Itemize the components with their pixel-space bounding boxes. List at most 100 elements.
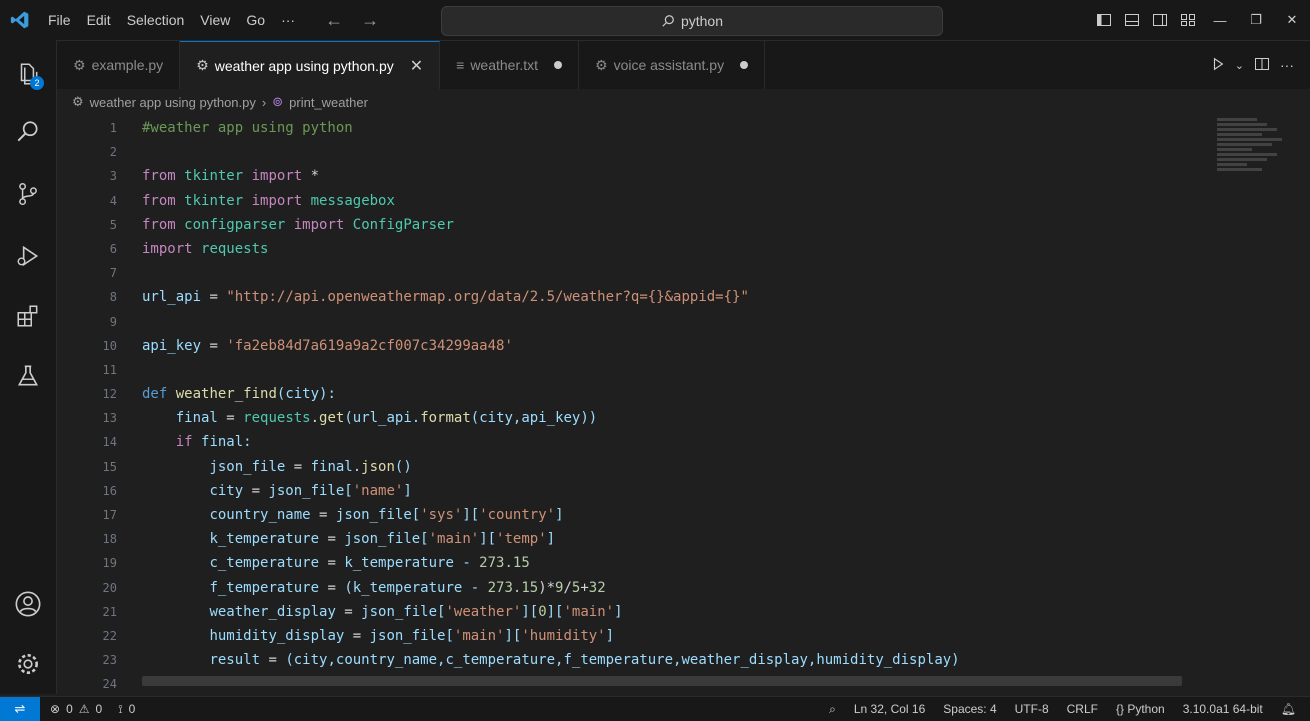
line-number: 4 bbox=[109, 193, 117, 208]
line-number: 3 bbox=[109, 169, 117, 184]
tab-label: weather.txt bbox=[470, 57, 539, 73]
code-line: weather_display = json_file['weather'][0… bbox=[209, 603, 623, 620]
toggle-panel-icon[interactable] bbox=[1118, 0, 1146, 40]
breadcrumb: ⚙ weather app using python.py › ⊚ print_… bbox=[72, 90, 368, 114]
forward-arrow-icon[interactable]: → bbox=[361, 10, 379, 31]
line-number: 11 bbox=[102, 362, 117, 377]
extensions-icon[interactable] bbox=[0, 292, 56, 340]
source-control-icon[interactable] bbox=[0, 170, 56, 218]
menu-go[interactable]: Go bbox=[238, 0, 273, 40]
code-line: from tkinter import * bbox=[142, 168, 320, 185]
run-file-icon[interactable] bbox=[1211, 57, 1225, 74]
run-options-chevron-icon[interactable]: ⌄ bbox=[1235, 59, 1244, 72]
python-interpreter[interactable]: 3.10.0a1 64-bit bbox=[1183, 702, 1263, 716]
explorer-badge: 2 bbox=[30, 76, 44, 90]
code-editor[interactable]: 1 2 3 4 5 6 7 8 9 10 11 12 13 14 15 16 17 18 19 20 21 22 23 24 … bbox=[57, 116, 1310, 691]
remote-indicator-icon[interactable]: ⇌ bbox=[0, 697, 40, 721]
tab-voice-assistant[interactable]: ⚙ voice assistant.py bbox=[579, 41, 766, 89]
error-icon[interactable]: ⊗ bbox=[50, 702, 60, 716]
menu-more[interactable]: ··· bbox=[273, 0, 303, 40]
code-line: def weather_find(city): bbox=[142, 386, 336, 403]
error-count[interactable]: 0 bbox=[66, 702, 73, 716]
status-bar: ⇌ ⊗ 0 ⚠ 0 ⟟ 0 ⌕ Ln 32, Col 16 Spaces: 4 … bbox=[0, 696, 1310, 721]
testing-icon[interactable] bbox=[0, 352, 56, 400]
cursor-position[interactable]: Ln 32, Col 16 bbox=[854, 702, 925, 716]
menu-bar: File Edit Selection View Go ··· bbox=[40, 0, 303, 40]
line-number: 7 bbox=[109, 266, 117, 281]
code-line: from tkinter import messagebox bbox=[142, 192, 395, 209]
line-number: 18 bbox=[102, 532, 117, 547]
run-debug-icon[interactable] bbox=[0, 232, 56, 280]
code-line: final = requests.get(url_api.format(city… bbox=[175, 410, 598, 427]
horizontal-scrollbar[interactable] bbox=[142, 676, 1182, 686]
line-number: 14 bbox=[102, 435, 117, 450]
breadcrumb-file[interactable]: weather app using python.py bbox=[90, 95, 256, 110]
toggle-secondary-sidebar-icon[interactable] bbox=[1146, 0, 1174, 40]
warning-icon[interactable]: ⚠ bbox=[79, 702, 90, 716]
breadcrumb-separator-icon: › bbox=[261, 94, 267, 110]
search-text: python bbox=[680, 13, 724, 29]
menu-edit[interactable]: Edit bbox=[79, 0, 119, 40]
indentation[interactable]: Spaces: 4 bbox=[943, 702, 996, 716]
line-number: 12 bbox=[102, 387, 117, 402]
line-number: 15 bbox=[102, 459, 117, 474]
code-line: result = (city,country_name,c_temperatur… bbox=[209, 652, 960, 669]
settings-gear-icon[interactable] bbox=[0, 640, 56, 688]
line-number: 8 bbox=[109, 290, 117, 305]
ports-count[interactable]: 0 bbox=[129, 702, 136, 716]
back-arrow-icon[interactable]: ← bbox=[325, 10, 343, 31]
line-number: 9 bbox=[109, 314, 117, 329]
close-tab-icon[interactable]: ✕ bbox=[410, 56, 423, 76]
close-window-icon[interactable]: ✕ bbox=[1274, 0, 1310, 40]
encoding[interactable]: UTF-8 bbox=[1015, 702, 1049, 716]
code-line: api_key = 'fa2eb84d7a619a9a2cf007c34299a… bbox=[142, 337, 513, 354]
code-area[interactable]: #weather app using python from tkinter i… bbox=[142, 116, 960, 697]
line-number: 24 bbox=[102, 677, 117, 692]
customize-layout-icon[interactable] bbox=[1174, 0, 1202, 40]
breadcrumb-symbol[interactable]: print_weather bbox=[289, 95, 368, 110]
notifications-bell-icon[interactable]: 🔔︎ bbox=[1281, 702, 1296, 716]
menu-file[interactable]: File bbox=[40, 0, 79, 40]
split-editor-icon[interactable] bbox=[1254, 56, 1270, 75]
line-number: 21 bbox=[102, 604, 117, 619]
code-line: if final: bbox=[175, 434, 252, 451]
menu-view[interactable]: View bbox=[192, 0, 238, 40]
line-number: 16 bbox=[102, 483, 117, 498]
symbol-method-icon: ⊚ bbox=[272, 94, 284, 109]
minimap[interactable] bbox=[1217, 116, 1292, 216]
search-view-icon[interactable] bbox=[0, 108, 56, 156]
tab-weather-app[interactable]: ⚙ weather app using python.py ✕ bbox=[180, 41, 441, 89]
restore-icon[interactable]: ❐ bbox=[1238, 0, 1274, 40]
vscode-logo-icon bbox=[0, 0, 40, 40]
line-number-gutter: 1 2 3 4 5 6 7 8 9 10 11 12 13 14 15 16 17 18 19 20 21 22 23 24 bbox=[57, 116, 117, 697]
python-gear-icon: ⚙ bbox=[72, 94, 84, 109]
warning-count[interactable]: 0 bbox=[96, 702, 103, 716]
line-number: 6 bbox=[109, 241, 117, 256]
code-line: json_file = final.json() bbox=[209, 458, 412, 475]
toggle-primary-sidebar-icon[interactable] bbox=[1090, 0, 1118, 40]
more-actions-icon[interactable]: ··· bbox=[1280, 57, 1294, 73]
code-line: c_temperature = k_temperature - 273.15 bbox=[209, 555, 530, 572]
menu-selection[interactable]: Selection bbox=[119, 0, 193, 40]
ports-icon[interactable]: ⟟ bbox=[118, 702, 122, 717]
zoom-icon[interactable]: ⌕ bbox=[829, 702, 836, 717]
language-mode[interactable]: {} Python bbox=[1116, 702, 1165, 716]
tab-weather-txt[interactable]: ≡ weather.txt bbox=[440, 41, 580, 89]
code-line: country_name = json_file['sys']['country… bbox=[209, 507, 564, 523]
minimize-icon[interactable]: — bbox=[1202, 0, 1238, 40]
code-line: f_temperature = (k_temperature - 273.15)… bbox=[209, 579, 606, 596]
command-center-search[interactable]: python bbox=[441, 6, 943, 36]
line-number: 23 bbox=[102, 653, 117, 668]
tab-example-py[interactable]: ⚙ example.py bbox=[57, 41, 181, 89]
line-number: 20 bbox=[102, 580, 117, 595]
code-line: import requests bbox=[142, 240, 269, 257]
line-number: 5 bbox=[109, 217, 117, 232]
code-line: humidity_display = json_file['main']['hu… bbox=[209, 627, 615, 644]
end-of-line[interactable]: CRLF bbox=[1067, 702, 1098, 716]
explorer-icon[interactable]: 2 bbox=[0, 50, 56, 98]
tab-label: example.py bbox=[91, 57, 164, 73]
accounts-icon[interactable] bbox=[0, 580, 56, 628]
editor-tabs: ⚙ example.py ⚙ weather app using python.… bbox=[57, 41, 1310, 89]
code-line: #weather app using python bbox=[142, 120, 353, 136]
